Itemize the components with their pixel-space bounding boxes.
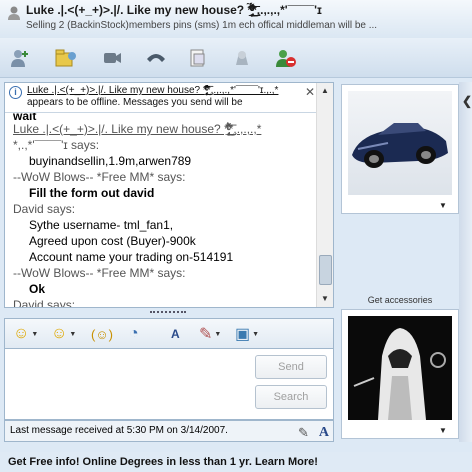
chevron-down-icon[interactable]: ▼ <box>439 426 447 435</box>
hooded-figure-image <box>353 328 446 420</box>
scroll-up-icon[interactable]: ▲ <box>320 86 330 96</box>
message-sender-cont: *,.,*'¯¯¯¯'ɪ says: <box>13 138 100 152</box>
window-title: Luke .|.<(+_+)>.|/. Like my new house? *… <box>26 3 322 17</box>
notice-line-1: Luke .|.<(+_+)>.|/. Like my new house? *… <box>27 85 279 96</box>
chevron-down-icon: ▼ <box>214 330 222 338</box>
chevron-down-icon[interactable]: ▼ <box>439 201 447 210</box>
call-icon[interactable] <box>142 44 170 72</box>
title-bar: Luke .|.<(+_+)>.|/. Like my new house? *… <box>0 0 472 38</box>
side-panel-edge <box>459 82 472 442</box>
games-icon[interactable] <box>228 44 256 72</box>
handwriting-button[interactable]: ▣ ▼ <box>235 323 259 345</box>
message-sender: --WoW Blows-- *Free MM* says: <box>13 170 186 184</box>
text-mode-icon[interactable]: A <box>319 423 329 443</box>
emoticon-button[interactable]: ☺ ▼ <box>13 323 38 345</box>
get-accessories-link[interactable]: Get accessories <box>341 295 459 305</box>
handwriting-icon: ▣ <box>235 326 251 343</box>
send-files-icon[interactable] <box>52 44 80 72</box>
font-button[interactable]: A <box>171 323 180 345</box>
message-list: wait Luke .|.<(+_+)>.|/. Like my new hou… <box>13 113 317 308</box>
invite-icon[interactable] <box>6 44 34 72</box>
input-toolbar: ☺ ▼ ☺ ▼ (☺) ◔ A ✎ ▼ ▣ ▼ <box>4 318 334 348</box>
assassin-picture <box>348 316 452 420</box>
message-line: Ok <box>29 282 46 296</box>
voice-clip-icon: ◔ <box>129 325 139 342</box>
block-icon[interactable] <box>272 44 300 72</box>
scrollbar-thumb[interactable] <box>319 255 332 285</box>
message-sender: David says: <box>13 298 76 308</box>
chevron-down-icon: ▼ <box>252 330 260 338</box>
background-button[interactable]: ✎ ▼ <box>199 323 221 345</box>
wink-button[interactable]: ☺ ▼ <box>51 323 76 345</box>
my-display-picture[interactable]: ▼ <box>341 309 459 439</box>
brush-icon: ✎ <box>199 326 213 343</box>
message-sender: --WoW Blows-- *Free MM* says: <box>13 266 186 280</box>
message-sender: David says: <box>13 202 76 216</box>
voice-clip-button[interactable]: ◔ <box>129 323 139 345</box>
pane-splitter[interactable] <box>150 311 186 315</box>
last-message-status: Last message received at 5:30 PM on 3/14… <box>10 425 228 436</box>
font-icon: A <box>171 327 180 341</box>
close-notice-icon[interactable]: ✕ <box>303 85 317 99</box>
nudge-icon: (☺) <box>91 326 113 342</box>
conversation-history[interactable]: i Luke .|.<(+_+)>.|/. Like my new house?… <box>4 82 334 308</box>
partial-message: wait <box>13 113 37 121</box>
message-sender: Luke .|.<(+_+)>.|/. Like my new house? *… <box>13 121 317 137</box>
car-image <box>352 123 448 168</box>
message-line: buyinandsellin,1.9m,arwen789 <box>29 154 192 168</box>
advertisement-bar[interactable]: Get Free info! Online Degrees in less th… <box>0 452 472 472</box>
contact-status-icon <box>8 6 20 20</box>
message-line: Agreed upon cost (Buyer)-900k <box>29 234 196 248</box>
contact-display-picture[interactable]: ▼ <box>341 84 459 214</box>
nudge-button[interactable]: (☺) <box>91 323 113 345</box>
message-line: Sythe username- tml_fan1, <box>29 218 174 232</box>
chevron-down-icon: ▼ <box>69 330 77 338</box>
chevron-down-icon: ▼ <box>31 330 39 338</box>
sender-name[interactable]: Luke .|.<(+_+)>.|/. Like my new house? *… <box>13 122 261 136</box>
emoticon-icon: ☺ <box>13 325 30 342</box>
video-icon[interactable] <box>98 44 126 72</box>
edit-icon[interactable]: ✎ <box>298 423 309 443</box>
info-icon: i <box>9 86 22 99</box>
message-input[interactable]: Send Search <box>4 348 334 420</box>
search-button[interactable]: Search <box>255 385 327 409</box>
message-line: Fill the form out david <box>29 186 155 200</box>
conversation-toolbar <box>0 38 472 78</box>
car-picture <box>348 91 452 195</box>
offline-notice: i Luke .|.<(+_+)>.|/. Like my new house?… <box>5 83 317 113</box>
notice-line-2: appears to be offline. Messages you send… <box>27 97 243 108</box>
send-button[interactable]: Send <box>255 355 327 379</box>
collapse-panel-icon[interactable]: ❮ <box>462 94 472 108</box>
message-line: Account name your trading on-514191 <box>29 250 234 264</box>
scrollbar[interactable]: ▲ ▼ <box>316 83 333 307</box>
status-bar: Last message received at 5:30 PM on 3/14… <box>4 420 334 442</box>
wink-icon: ☺ <box>51 325 68 342</box>
activities-icon[interactable] <box>184 44 212 72</box>
contact-personal-message: Selling 2 (BackinStock)members pins (sms… <box>26 20 378 31</box>
scroll-down-icon[interactable]: ▼ <box>320 294 330 304</box>
